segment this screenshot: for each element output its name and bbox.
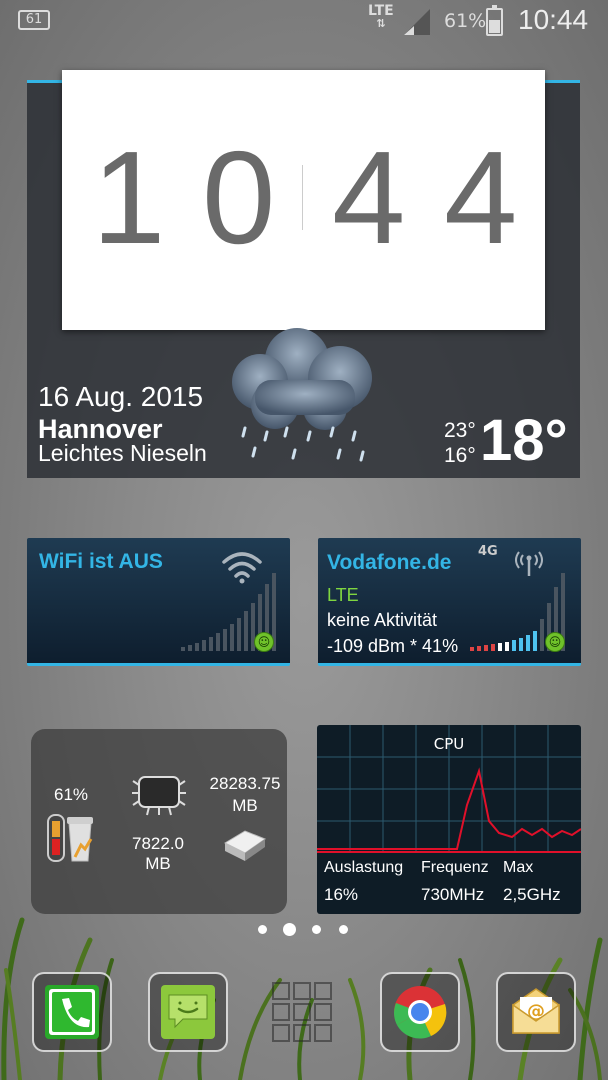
network-type-label: LTE	[327, 585, 359, 605]
battery-cleaner-icon	[47, 814, 93, 862]
phone-icon	[45, 985, 99, 1039]
ram-unit: MB	[145, 854, 171, 873]
clock-minute-ones: 4	[444, 124, 518, 271]
messaging-icon	[161, 985, 215, 1039]
page-indicator-dot-active[interactable]	[283, 923, 296, 936]
app-drawer-icon[interactable]	[272, 982, 334, 1044]
weather-date: 16 Aug. 2015	[38, 381, 204, 412]
battery-percent-label: 61%	[444, 10, 487, 32]
cpu-load-value: 16%	[324, 885, 359, 904]
phone-app-button[interactable]	[32, 972, 112, 1052]
signal-strength-value: -109 dBm * 41%	[327, 636, 459, 656]
memory-chip-icon	[132, 776, 186, 816]
weather-low-temp: 16°	[444, 444, 476, 467]
messaging-app-button[interactable]	[148, 972, 228, 1052]
storage-unit: MB	[232, 796, 258, 815]
mobile-network-widget[interactable]: Vodafone.de 4G LTE keine Aktivität -109 …	[318, 538, 581, 666]
wifi-status-title: WiFi ist AUS	[39, 550, 163, 573]
smiley-icon: ☺	[545, 632, 565, 652]
system-info-widget[interactable]: 61% 7822.0 MB 28283.75 MB	[31, 729, 287, 914]
clock-widget[interactable]: 1 0 4 4	[62, 70, 545, 330]
cpu-load-label: Auslastung	[324, 859, 404, 876]
ram-value: 7822.0	[132, 834, 184, 853]
cpu-frequency-value: 730MHz	[421, 885, 485, 904]
clock-hour-ones: 0	[202, 124, 276, 271]
notification-badge-icon: 61	[18, 10, 50, 30]
page-indicator-dot[interactable]	[258, 925, 267, 934]
storage-icon	[223, 830, 267, 861]
cpu-max-value: 2,5GHz	[503, 885, 561, 904]
email-icon: @	[512, 988, 560, 1034]
page-indicator-dot[interactable]	[339, 925, 348, 934]
network-type-indicator: LTE ⇅	[368, 4, 394, 30]
chrome-icon	[394, 986, 447, 1039]
chrome-app-button[interactable]	[380, 972, 460, 1052]
cell-signal-icon	[404, 9, 430, 35]
carrier-name: Vodafone.de	[327, 551, 452, 574]
weather-condition: Leichtes Nieseln	[38, 440, 207, 466]
status-bar[interactable]: 61 LTE ⇅ 61% 10:44	[0, 0, 608, 44]
cpu-max-label: Max	[503, 859, 534, 876]
rain-cloud-icon	[232, 328, 372, 462]
page-indicator-dot[interactable]	[312, 925, 321, 934]
clock-hour-tens: 1	[92, 124, 166, 271]
cpu-frequency-label: Frequenz	[421, 859, 489, 876]
wifi-widget[interactable]: WiFi ist AUS ☺	[27, 538, 290, 666]
weather-current-temp: 18°	[480, 408, 568, 473]
clock-divider	[302, 165, 303, 230]
activity-status: keine Aktivität	[327, 610, 438, 630]
battery-icon	[486, 5, 503, 36]
data-transfer-icon: ⇅	[376, 17, 386, 30]
clock-minute-tens: 4	[332, 124, 406, 271]
cpu-title: CPU	[433, 735, 465, 753]
smiley-icon: ☺	[254, 632, 274, 652]
cpu-widget[interactable]: CPU Auslastung Frequenz Max 16% 730MHz 2…	[317, 725, 581, 914]
email-app-button[interactable]: @	[496, 972, 576, 1052]
battery-percent-label: 61%	[53, 785, 89, 804]
storage-value: 28283.75	[209, 774, 281, 793]
4g-badge-icon: 4G	[478, 544, 498, 559]
weather-high-temp: 23°	[444, 419, 476, 442]
status-time: 10:44	[518, 4, 589, 35]
